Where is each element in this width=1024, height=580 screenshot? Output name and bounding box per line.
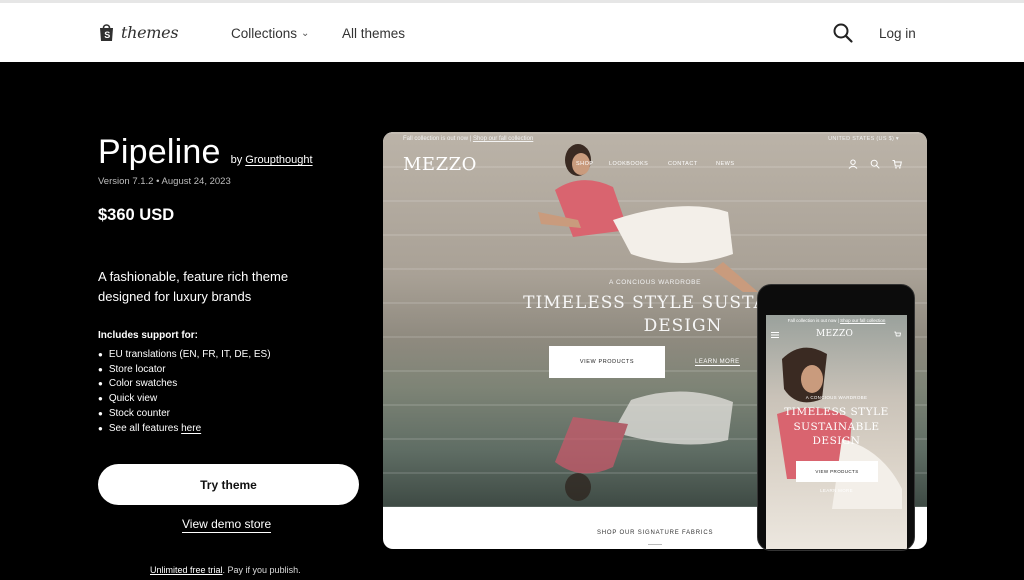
store-header-icons (848, 159, 902, 169)
mobile-learn-more-link[interactable]: LEARN MORE (766, 488, 907, 493)
view-demo-store-link[interactable]: View demo store (182, 517, 272, 533)
login-link[interactable]: Log in (879, 26, 916, 41)
version-info: Version 7.1.2 • August 24, 2023 (98, 176, 231, 187)
nav-all-themes-label: All themes (342, 26, 406, 41)
trial-suffix: . Pay if you publish. (222, 565, 301, 575)
feature-list: ● EU translations (EN, FR, IT, DE, ES) ● S… (98, 348, 271, 436)
chevron-down-icon: ⌄ (301, 28, 310, 39)
mobile-view-products-button[interactable]: VIEW PRODUCTS (796, 461, 878, 482)
logo-text: themes (121, 22, 179, 42)
bullet-icon: ● (98, 350, 103, 359)
mobile-store-brand[interactable]: MEZZO (816, 329, 853, 339)
theme-title-row: Pipeline by Groupthought (98, 133, 313, 172)
mobile-hero-headline: TIMELESS STYLE SUSTAINABLE DESIGN (784, 406, 889, 447)
phone-screen: Fall collection is out now | Shop our fa… (766, 315, 907, 549)
search-icon[interactable] (832, 22, 854, 44)
section-title: SHOP OUR SIGNATURE FABRICS (597, 530, 714, 536)
bullet-icon: ● (98, 423, 103, 433)
nav-all-themes[interactable]: All themes (342, 26, 405, 41)
feature-item: ● EU translations (EN, FR, IT, DE, ES) (98, 348, 271, 363)
mobile-announcement: Fall collection is out now | Shop our fa… (766, 318, 907, 323)
author-link[interactable]: Groupthought (245, 154, 312, 166)
theme-byline: by Groupthought (231, 154, 313, 166)
support-heading: Includes support for: (98, 330, 198, 341)
feature-label: Stock counter (108, 407, 170, 419)
feature-label: Quick view (108, 393, 158, 405)
country-selector[interactable]: UNITED STATES (US $) ▾ (828, 136, 899, 142)
section-divider (648, 544, 662, 545)
mobile-announcement-text: Fall collection is out now | (787, 318, 839, 323)
cart-icon[interactable] (894, 331, 901, 338)
store-brand[interactable]: MEZZO (403, 154, 477, 175)
mobile-announcement-link[interactable]: Shop our fall collection (840, 318, 885, 323)
announcement-text: Fall collection is out now | (403, 136, 472, 142)
feature-label: EU translations (EN, FR, IT, DE, ES) (108, 349, 271, 360)
theme-price: $360 USD (98, 206, 175, 224)
see-all-features-link[interactable]: here (181, 423, 201, 434)
store-nav-news[interactable]: NEWS (716, 161, 735, 167)
bullet-icon: ● (98, 408, 103, 418)
shopping-bag-icon: S (100, 24, 113, 41)
search-icon[interactable] (870, 159, 880, 169)
top-navigation: S themes Collections ⌄ All themes Log in (0, 0, 1024, 62)
mobile-hero-eyebrow: A CONCIOUS WARDROBE (805, 395, 868, 400)
hamburger-menu-icon[interactable] (771, 332, 779, 338)
feature-item: ● Stock counter (98, 407, 271, 422)
feature-item: ● See all features here (98, 422, 271, 437)
store-nav-lookbooks[interactable]: LOOKBOOKS (609, 161, 648, 167)
learn-more-link[interactable]: LEARN MORE (695, 359, 740, 366)
bullet-icon: ● (98, 394, 103, 404)
hero-eyebrow: A CONCIOUS WARDROBE (609, 279, 702, 286)
nav-collections-label: Collections (231, 26, 298, 41)
store-nav-shop[interactable]: SHOP (576, 161, 594, 167)
view-products-button[interactable]: VIEW PRODUCTS (549, 346, 665, 378)
theme-title: Pipeline (98, 133, 221, 171)
announcement-bar: Fall collection is out now | Shop our fa… (403, 136, 533, 142)
model-reflection-image (555, 391, 733, 501)
free-trial-link[interactable]: Unlimited free trial (150, 565, 223, 575)
bullet-icon: ● (98, 379, 103, 389)
byline-prefix: by (230, 154, 243, 166)
see-all-label: See all features (108, 422, 179, 434)
feature-item: ● Store locator (98, 363, 271, 378)
try-theme-button[interactable]: Try theme (98, 464, 359, 505)
feature-item: ● Quick view (98, 392, 271, 407)
shopify-themes-logo[interactable]: S themes (98, 22, 179, 42)
user-icon[interactable] (848, 159, 858, 169)
theme-tagline: A fashionable, feature rich theme design… (98, 269, 289, 304)
feature-label: Store locator (108, 363, 166, 375)
svg-text:S: S (104, 30, 110, 40)
bullet-icon: ● (98, 364, 103, 374)
feature-label: Color swatches (108, 378, 178, 390)
announcement-link[interactable]: Shop our fall collection (473, 136, 533, 142)
feature-item: ● Color swatches (98, 377, 271, 392)
trial-note: Unlimited free trial. Pay if you publish… (150, 565, 301, 575)
theme-preview-mobile[interactable]: Fall collection is out now | Shop our fa… (757, 284, 915, 551)
nav-collections[interactable]: Collections ⌄ (231, 26, 309, 41)
cart-icon[interactable] (892, 159, 902, 169)
store-nav-contact[interactable]: CONTACT (668, 161, 698, 167)
